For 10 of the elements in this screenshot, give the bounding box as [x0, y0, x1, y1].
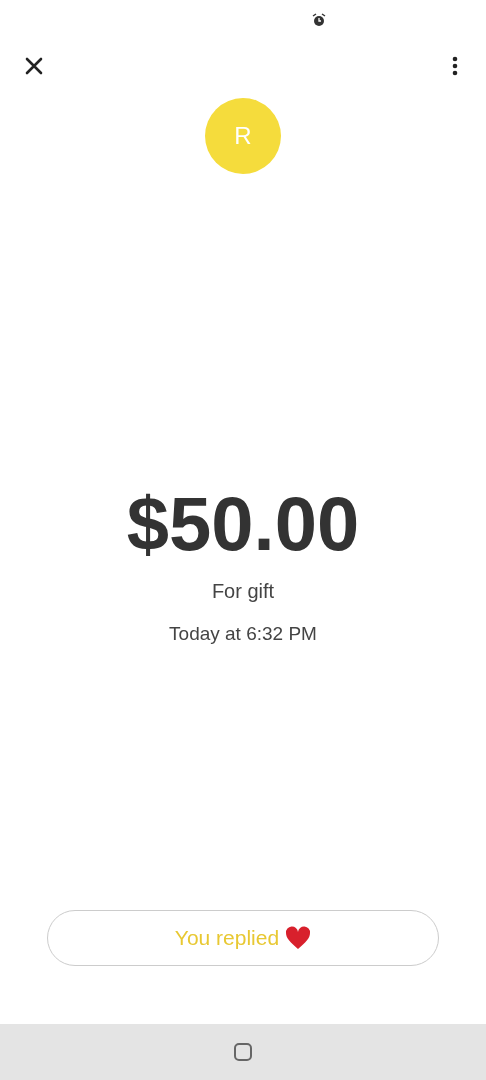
- more-icon: [452, 56, 458, 76]
- avatar: R: [205, 98, 281, 174]
- payment-amount: $50.00: [126, 486, 360, 562]
- close-icon: [25, 57, 43, 75]
- alarm-icon: [312, 13, 326, 27]
- heart-icon: [285, 926, 312, 950]
- payment-time: Today at 6:32 PM: [169, 622, 317, 646]
- home-button[interactable]: [234, 1043, 252, 1061]
- close-button[interactable]: [24, 56, 44, 76]
- payment-note: For gift: [211, 579, 275, 604]
